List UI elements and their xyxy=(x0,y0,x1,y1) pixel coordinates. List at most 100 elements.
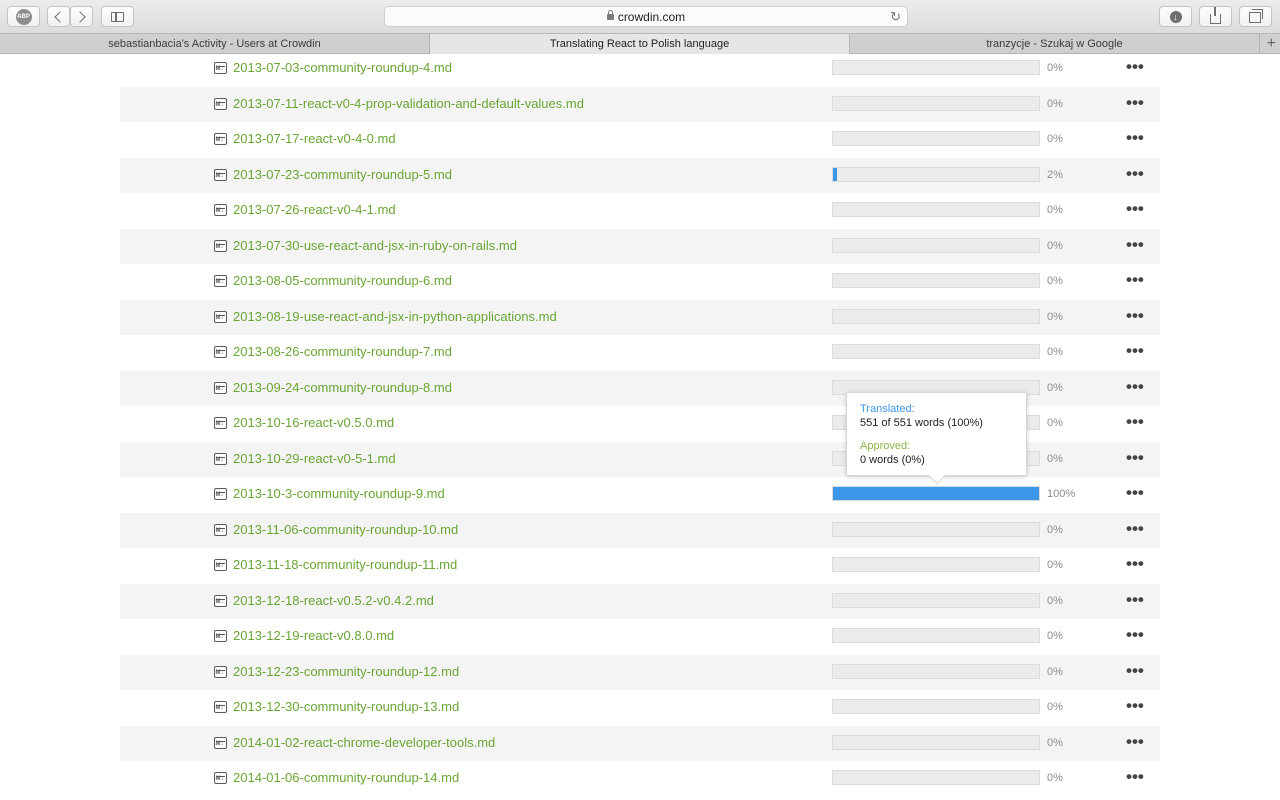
file-row: 2013-07-26-react-v0-4-1.md 0% ••• xyxy=(120,193,1160,228)
file-link[interactable]: 2013-12-18-react-v0.5.2-v0.4.2.md xyxy=(233,593,434,608)
progress-bar[interactable] xyxy=(832,664,1040,679)
back-button[interactable] xyxy=(47,6,70,27)
progress-percent: 0% xyxy=(1047,524,1063,536)
more-options-icon[interactable]: ••• xyxy=(1126,341,1144,361)
share-button[interactable] xyxy=(1199,6,1232,27)
more-options-icon[interactable]: ••• xyxy=(1126,732,1144,752)
progress-bar[interactable] xyxy=(832,522,1040,537)
progress-bar[interactable] xyxy=(832,238,1040,253)
tab-title: tranzycje - Szukaj w Google xyxy=(986,38,1123,50)
file-link[interactable]: 2013-07-17-react-v0-4-0.md xyxy=(233,131,396,146)
more-options-icon[interactable]: ••• xyxy=(1126,554,1144,574)
more-options-icon[interactable]: ••• xyxy=(1126,412,1144,432)
file-row: 2013-08-26-community-roundup-7.md 0% ••• xyxy=(120,335,1160,370)
new-tab-icon[interactable]: + xyxy=(1267,35,1276,53)
file-link[interactable]: 2013-10-16-react-v0.5.0.md xyxy=(233,415,394,430)
more-options-icon[interactable]: ••• xyxy=(1126,164,1144,184)
more-options-icon[interactable]: ••• xyxy=(1126,661,1144,681)
file-link[interactable]: 2013-07-30-use-react-and-jsx-in-ruby-on-… xyxy=(233,238,517,253)
file-row: 2014-01-02-react-chrome-developer-tools.… xyxy=(120,726,1160,761)
progress-bar[interactable] xyxy=(832,486,1040,501)
more-options-icon[interactable]: ••• xyxy=(1126,93,1144,113)
file-link[interactable]: 2014-01-02-react-chrome-developer-tools.… xyxy=(233,735,495,750)
more-options-icon[interactable]: ••• xyxy=(1126,270,1144,290)
file-link[interactable]: 2013-08-26-community-roundup-7.md xyxy=(233,344,452,359)
progress-percent: 0% xyxy=(1047,666,1063,678)
progress-bar[interactable] xyxy=(832,770,1040,785)
sidebar-button[interactable] xyxy=(101,6,134,27)
more-options-icon[interactable]: ••• xyxy=(1126,519,1144,539)
file-link[interactable]: 2013-11-06-community-roundup-10.md xyxy=(233,522,458,537)
tabs-button[interactable] xyxy=(1239,6,1272,27)
progress-bar[interactable] xyxy=(832,735,1040,750)
progress-bar[interactable] xyxy=(832,131,1040,146)
file-link[interactable]: 2013-12-19-react-v0.8.0.md xyxy=(233,628,394,643)
file-link[interactable]: 2013-11-18-community-roundup-11.md xyxy=(233,557,457,572)
markdown-file-icon xyxy=(214,133,227,145)
progress-percent: 0% xyxy=(1047,62,1063,74)
forward-button[interactable] xyxy=(70,6,93,27)
markdown-file-icon xyxy=(214,737,227,749)
markdown-file-icon xyxy=(214,630,227,642)
progress-bar[interactable] xyxy=(832,699,1040,714)
url-text: crowdin.com xyxy=(617,9,686,24)
markdown-file-icon xyxy=(214,595,227,607)
progress-bar[interactable] xyxy=(832,628,1040,643)
reload-icon[interactable]: ↻ xyxy=(890,10,901,23)
file-link[interactable]: 2013-10-29-react-v0-5-1.md xyxy=(233,451,396,466)
file-link[interactable]: 2013-08-05-community-roundup-6.md xyxy=(233,273,452,288)
progress-percent: 0% xyxy=(1047,417,1063,429)
download-button[interactable]: ↓ xyxy=(1159,6,1192,27)
progress-bar[interactable] xyxy=(832,167,1040,182)
progress-bar[interactable] xyxy=(832,557,1040,572)
file-row: 2014-01-06-community-roundup-14.md 0% ••• xyxy=(120,761,1160,796)
progress-bar[interactable] xyxy=(832,344,1040,359)
file-row: 2013-12-19-react-v0.8.0.md 0% ••• xyxy=(120,619,1160,654)
more-options-icon[interactable]: ••• xyxy=(1126,483,1144,503)
more-options-icon[interactable]: ••• xyxy=(1126,590,1144,610)
more-options-icon[interactable]: ••• xyxy=(1126,57,1144,77)
progress-percent: 0% xyxy=(1047,453,1063,465)
tab-title: Translating React to Polish language xyxy=(549,38,730,50)
progress-bar[interactable] xyxy=(832,60,1040,75)
forward-icon xyxy=(74,10,86,23)
file-row: 2013-08-05-community-roundup-6.md 0% ••• xyxy=(120,264,1160,299)
file-row: 2013-11-18-community-roundup-11.md 0% ••• xyxy=(120,548,1160,583)
more-options-icon[interactable]: ••• xyxy=(1126,235,1144,255)
more-options-icon[interactable]: ••• xyxy=(1126,199,1144,219)
file-row: 2013-12-18-react-v0.5.2-v0.4.2.md 0% ••• xyxy=(120,584,1160,619)
progress-percent: 0% xyxy=(1047,346,1063,358)
file-link[interactable]: 2013-07-26-react-v0-4-1.md xyxy=(233,202,396,217)
more-options-icon[interactable]: ••• xyxy=(1126,696,1144,716)
address-bar[interactable]: crowdin.com ↻ xyxy=(384,6,908,27)
file-link[interactable]: 2014-01-06-community-roundup-14.md xyxy=(233,770,459,785)
more-options-icon[interactable]: ••• xyxy=(1126,306,1144,326)
progress-bar[interactable] xyxy=(832,96,1040,111)
markdown-file-icon xyxy=(214,559,227,571)
file-row: 2013-12-23-community-roundup-12.md 0% ••• xyxy=(120,655,1160,690)
file-link[interactable]: 2013-07-03-community-roundup-4.md xyxy=(233,60,452,75)
file-link[interactable]: 2013-12-30-community-roundup-13.md xyxy=(233,699,459,714)
markdown-file-icon xyxy=(214,346,227,358)
file-link[interactable]: 2013-09-24-community-roundup-8.md xyxy=(233,380,452,395)
adblock-button[interactable]: ABP xyxy=(7,6,40,27)
file-link[interactable]: 2013-07-11-react-v0-4-prop-validation-an… xyxy=(233,96,584,111)
progress-percent: 0% xyxy=(1047,701,1063,713)
more-options-icon[interactable]: ••• xyxy=(1126,377,1144,397)
progress-percent: 0% xyxy=(1047,275,1063,287)
more-options-icon[interactable]: ••• xyxy=(1126,448,1144,468)
file-row: 2013-10-3-community-roundup-9.md 100% ••• xyxy=(120,477,1160,512)
markdown-file-icon xyxy=(214,204,227,216)
file-link[interactable]: 2013-10-3-community-roundup-9.md xyxy=(233,486,445,501)
file-link[interactable]: 2013-07-23-community-roundup-5.md xyxy=(233,167,452,182)
more-options-icon[interactable]: ••• xyxy=(1126,767,1144,787)
progress-bar[interactable] xyxy=(832,593,1040,608)
progress-bar[interactable] xyxy=(832,273,1040,288)
file-link[interactable]: 2013-12-23-community-roundup-12.md xyxy=(233,664,459,679)
more-options-icon[interactable]: ••• xyxy=(1126,625,1144,645)
file-link[interactable]: 2013-08-19-use-react-and-jsx-in-python-a… xyxy=(233,309,557,324)
more-options-icon[interactable]: ••• xyxy=(1126,128,1144,148)
progress-bar[interactable] xyxy=(832,309,1040,324)
progress-bar[interactable] xyxy=(832,202,1040,217)
markdown-file-icon xyxy=(214,382,227,394)
